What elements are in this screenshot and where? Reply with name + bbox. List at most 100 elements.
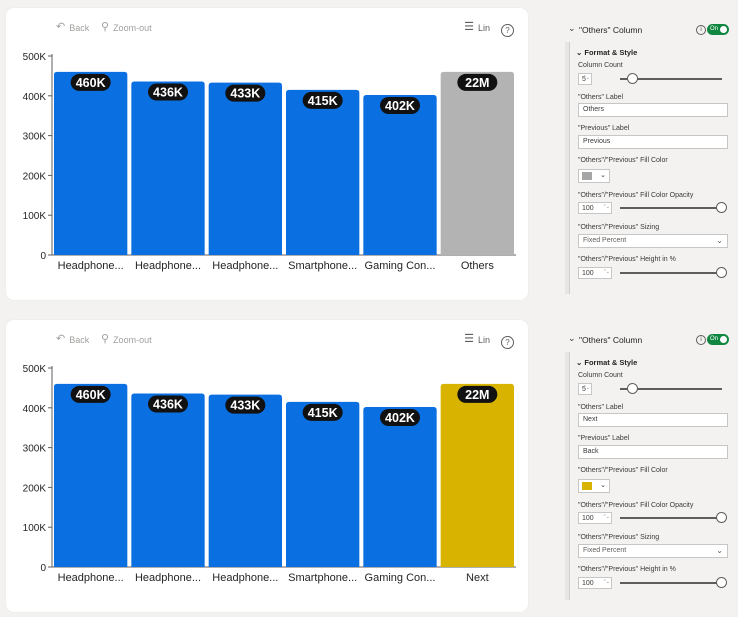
y-tick-label: 400K [23, 92, 47, 103]
column-count-label: Column Count [578, 372, 623, 379]
section-label: Format & Style [584, 48, 638, 57]
chevron-down-icon[interactable]: ⌄ [568, 23, 576, 34]
fill-opacity-slider[interactable] [620, 517, 722, 519]
bar[interactable] [286, 89, 360, 255]
fill-color-swatch [582, 482, 592, 490]
panel-header[interactable]: ⌄ "Others" Column i On [565, 328, 735, 352]
x-tick-label: Gaming Con... [365, 260, 436, 272]
info-icon[interactable]: i [696, 335, 706, 345]
bar-chart-1: 0 100K 200K 300K 400K 500K 460K Headphone... 436… [23, 52, 516, 272]
column-count-input[interactable]: 5 [578, 383, 592, 395]
chevron-down-icon[interactable]: ⌄ [568, 333, 576, 344]
y-tick-label: 300K [23, 132, 47, 143]
height-slider[interactable] [620, 582, 722, 584]
bar[interactable] [440, 383, 514, 567]
previous-label-label: "Previous" Label [578, 435, 630, 442]
others-column-panel-1: ⌄ "Others" Column i On ⌄ Format & Style … [565, 18, 735, 294]
fill-opacity-slider[interactable] [620, 207, 722, 209]
bar[interactable] [208, 82, 282, 255]
data-label: 436K [153, 85, 183, 99]
chevron-down-icon: ⌄ [716, 236, 723, 245]
y-tick-label: 300K [23, 444, 47, 455]
fill-opacity-slider-handle[interactable] [716, 512, 727, 523]
x-tick-label: Headphone... [135, 572, 201, 584]
bar[interactable] [54, 383, 128, 567]
data-label: 433K [230, 399, 260, 413]
bar[interactable] [363, 407, 437, 567]
section-label: Format & Style [584, 358, 638, 367]
x-tick-label: Headphone... [58, 572, 124, 584]
panel-title: "Others" Column [579, 335, 643, 345]
x-tick-label: Next [466, 572, 489, 584]
x-tick-label: Smartphone... [288, 260, 357, 272]
y-tick-label: 200K [23, 171, 47, 182]
x-tick-label: Headphone... [212, 260, 278, 272]
fill-color-picker[interactable]: ⌄ [578, 169, 610, 183]
bar[interactable] [440, 71, 514, 255]
chart-card-1: ↶ Back ⚲ Zoom-out ☰ Lin ? 0 100K 200K 300K 400K… [6, 8, 528, 300]
y-tick-label: 200K [23, 483, 47, 494]
data-label: 22M [465, 388, 489, 402]
fill-color-swatch [582, 172, 592, 180]
others-label-input[interactable]: Next [578, 413, 728, 427]
others-label-input[interactable]: Others [578, 103, 728, 117]
panel-title: "Others" Column [579, 25, 643, 35]
fill-opacity-input[interactable]: 100 [578, 202, 612, 214]
data-label: 415K [308, 94, 338, 108]
format-style-section: ⌄ Format & Style Column Count 5 "Others"… [569, 42, 735, 294]
y-tick-label: 500K [23, 52, 47, 63]
x-tick-label: Headphone... [135, 260, 201, 272]
others-column-panel-2: ⌄ "Others" Column i On ⌄ Format & Style … [565, 328, 735, 600]
height-label: "Others"/"Previous" Height in % [578, 256, 676, 263]
fill-opacity-slider-handle[interactable] [716, 202, 727, 213]
column-count-slider-handle[interactable] [626, 383, 638, 394]
fill-opacity-label: "Others"/"Previous" Fill Color Opacity [578, 502, 694, 509]
column-count-label: Column Count [578, 62, 623, 69]
section-title[interactable]: ⌄ Format & Style [576, 358, 637, 367]
fill-color-picker[interactable]: ⌄ [578, 479, 610, 493]
data-label: 415K [308, 406, 338, 420]
bar[interactable] [286, 401, 360, 567]
previous-label-input[interactable]: Back [578, 445, 728, 459]
x-tick-label: Gaming Con... [365, 572, 436, 584]
bar[interactable] [131, 393, 205, 567]
data-label: 402K [385, 99, 415, 113]
data-label: 402K [385, 411, 415, 425]
chevron-down-icon: ⌄ [716, 546, 723, 555]
x-tick-label: Headphone... [212, 572, 278, 584]
sizing-select[interactable]: Fixed Percent ⌄ [578, 234, 728, 248]
height-slider-handle[interactable] [716, 267, 727, 278]
y-tick-label: 100K [23, 211, 47, 222]
data-label: 436K [153, 397, 183, 411]
fill-opacity-label: "Others"/"Previous" Fill Color Opacity [578, 192, 694, 199]
on-toggle[interactable]: On [707, 334, 729, 345]
sizing-value: Fixed Percent [583, 237, 627, 244]
panel-header[interactable]: ⌄ "Others" Column i On [565, 18, 735, 42]
data-label: 460K [76, 388, 106, 402]
sizing-select[interactable]: Fixed Percent ⌄ [578, 544, 728, 558]
x-tick-label: Headphone... [58, 260, 124, 272]
x-tick-label: Smartphone... [288, 572, 357, 584]
fill-color-label: "Others"/"Previous" Fill Color [578, 157, 668, 164]
section-title[interactable]: ⌄ Format & Style [576, 48, 637, 57]
column-count-slider-handle[interactable] [626, 73, 638, 84]
on-toggle[interactable]: On [707, 24, 729, 35]
chevron-down-icon: ⌄ [600, 172, 606, 179]
fill-opacity-input[interactable]: 100 [578, 512, 612, 524]
bar[interactable] [208, 394, 282, 567]
bar[interactable] [54, 71, 128, 255]
height-input[interactable]: 100 [578, 267, 612, 279]
chevron-down-icon: ⌄ [600, 482, 606, 489]
column-count-input[interactable]: 5 [578, 73, 592, 85]
height-input[interactable]: 100 [578, 577, 612, 589]
bar[interactable] [131, 81, 205, 255]
bar[interactable] [363, 95, 437, 255]
height-slider-handle[interactable] [716, 577, 727, 588]
data-label: 22M [465, 76, 489, 90]
others-label-label: "Others" Label [578, 94, 624, 101]
previous-label-label: "Previous" Label [578, 125, 630, 132]
data-label: 433K [230, 87, 260, 101]
info-icon[interactable]: i [696, 25, 706, 35]
height-slider[interactable] [620, 272, 722, 274]
previous-label-input[interactable]: Previous [578, 135, 728, 149]
